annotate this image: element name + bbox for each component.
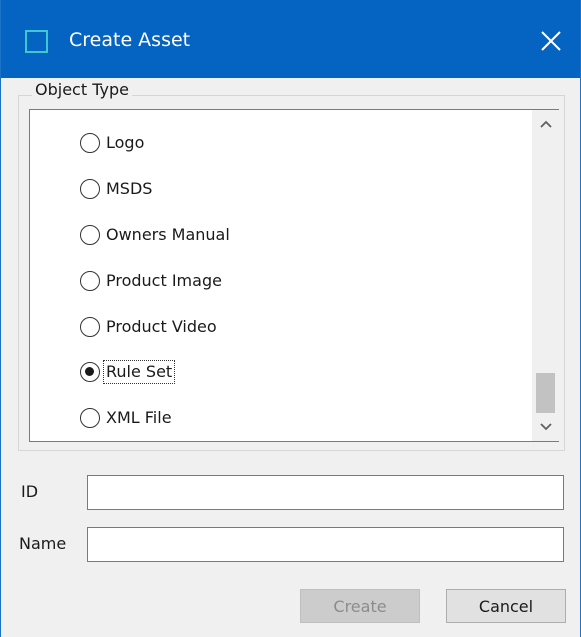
radio-option-xml-file[interactable]: XML File [80,403,174,433]
radio-button[interactable] [80,271,100,291]
window-title: Create Asset [69,29,191,51]
radio-label: Rule Set [102,360,176,384]
radio-option-product-image[interactable]: Product Image [80,266,224,296]
radio-label: Owners Manual [106,225,230,244]
close-icon [541,31,561,51]
radio-label: Product Video [106,317,217,336]
cancel-button[interactable]: Cancel [446,589,566,623]
app-window-icon [25,30,48,53]
title-bar: Create Asset [1,0,580,78]
radio-button[interactable] [80,133,100,153]
radio-button[interactable] [80,225,100,245]
object-type-list[interactable]: Logo MSDS Owners Manual Product Image Pr… [29,109,559,442]
chevron-up-icon [539,120,552,128]
create-asset-dialog: Create Asset Object Type Logo MSDS Owner… [0,0,581,637]
radio-list: Logo MSDS Owners Manual Product Image Pr… [30,110,532,441]
radio-option-msds[interactable]: MSDS [80,174,154,204]
radio-label: Logo [106,133,145,152]
radio-option-rule-set[interactable]: Rule Set [80,357,176,387]
radio-label: Product Image [106,271,222,290]
scroll-up-button[interactable] [532,110,559,138]
id-field[interactable] [87,475,564,510]
id-label: ID [21,482,39,501]
scroll-track[interactable] [532,138,559,413]
radio-option-product-video[interactable]: Product Video [80,312,219,342]
radio-button-selected[interactable] [80,362,100,382]
name-label: Name [19,534,67,553]
radio-label: MSDS [106,179,153,198]
vertical-scrollbar[interactable] [532,110,559,441]
chevron-down-icon [539,423,552,431]
scroll-down-button[interactable] [532,413,559,441]
radio-option-logo[interactable]: Logo [80,128,146,158]
radio-label: XML File [106,408,172,427]
name-field[interactable] [87,527,564,562]
close-button[interactable] [531,21,571,61]
object-type-group-label: Object Type [32,80,132,100]
radio-button[interactable] [80,317,100,337]
radio-option-owners-manual[interactable]: Owners Manual [80,220,232,250]
radio-button[interactable] [80,408,100,428]
create-button[interactable]: Create [300,589,420,623]
radio-button[interactable] [80,179,100,199]
scroll-thumb[interactable] [536,373,555,413]
